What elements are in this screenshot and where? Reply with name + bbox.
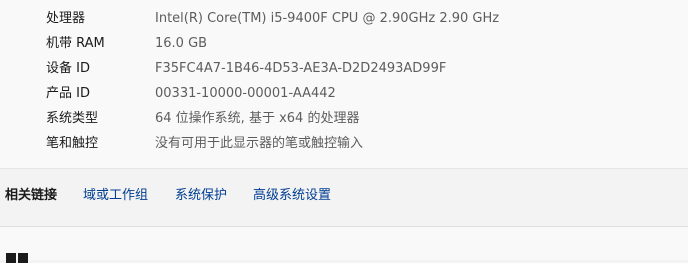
spec-value-ram: 16.0 GB	[155, 36, 208, 51]
spec-row-ram: 机带 RAM 16.0 GB	[0, 32, 688, 57]
windows-logo-icon	[6, 253, 28, 263]
spec-value-pen-touch: 没有可用于此显示器的笔或触控输入	[155, 136, 364, 151]
spec-label-product-id: 产品 ID	[46, 86, 90, 101]
spec-label-system-type: 系统类型	[46, 111, 99, 126]
spec-row-processor: 处理器 Intel(R) Core(TM) i5-9400F CPU @ 2.9…	[0, 7, 688, 32]
system-protection-link[interactable]: 系统保护	[175, 188, 227, 204]
spec-value-device-id: F35FC4A7-1B46-4D53-AE3A-D2D2493AD99F	[155, 61, 447, 76]
clipped-top-text	[155, 0, 235, 2]
device-specifications-panel: 处理器 Intel(R) Core(TM) i5-9400F CPU @ 2.9…	[0, 0, 688, 168]
spec-value-product-id: 00331-10000-00001-AA442	[155, 86, 336, 101]
advanced-system-settings-link[interactable]: 高级系统设置	[253, 188, 331, 204]
related-links-bar: 相关链接 域或工作组 系统保护 高级系统设置	[0, 169, 688, 225]
spec-label-processor: 处理器	[46, 11, 86, 26]
domain-or-workgroup-link[interactable]: 域或工作组	[83, 188, 148, 204]
spec-label-device-id: 设备 ID	[46, 61, 90, 76]
spec-value-processor: Intel(R) Core(TM) i5-9400F CPU @ 2.90GHz…	[155, 11, 500, 26]
spec-row-pen-touch: 笔和触控 没有可用于此显示器的笔或触控输入	[0, 132, 688, 157]
spec-label-pen-touch: 笔和触控	[46, 136, 99, 151]
clipped-card-title	[36, 255, 156, 260]
related-links-title: 相关链接	[5, 188, 58, 203]
spec-label-ram: 机带 RAM	[46, 36, 105, 51]
spec-row-device-id: 设备 ID F35FC4A7-1B46-4D53-AE3A-D2D2493AD9…	[0, 57, 688, 82]
spec-row-system-type: 系统类型 64 位操作系统, 基于 x64 的处理器	[0, 107, 688, 132]
spec-row-product-id: 产品 ID 00331-10000-00001-AA442	[0, 82, 688, 107]
spec-value-system-type: 64 位操作系统, 基于 x64 的处理器	[155, 111, 360, 126]
windows-specifications-card[interactable]	[0, 227, 688, 263]
